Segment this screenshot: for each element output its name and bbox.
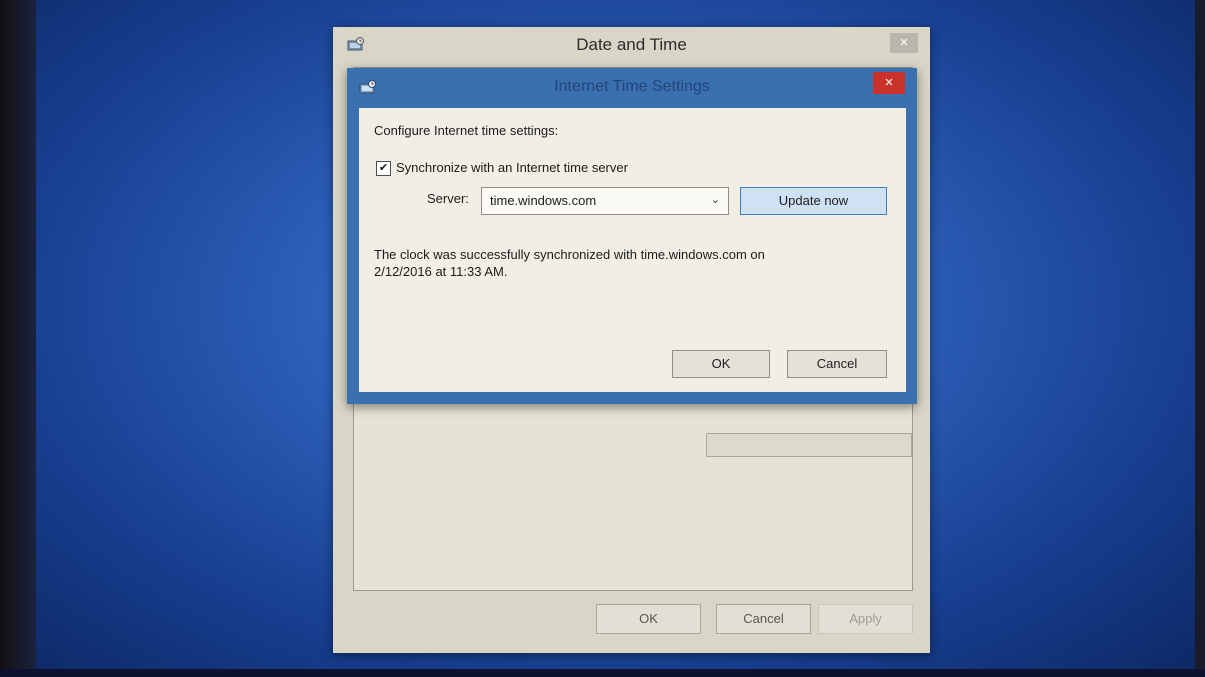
close-button[interactable]: × [873,72,905,94]
sync-checkbox[interactable]: ✔ [376,161,391,176]
sync-status-line-2: 2/12/2016 at 11:33 AM. [374,264,508,279]
cancel-button[interactable]: Cancel [716,604,811,634]
dialog-button-row: OK Cancel Apply [333,604,930,634]
internet-time-settings-titlebar[interactable]: Internet Time Settings × [347,68,917,106]
ok-button[interactable]: OK [672,350,770,378]
chevron-down-icon[interactable]: ⌄ [711,193,720,206]
monitor-bezel-bottom [0,669,1205,677]
sync-status-text: The clock was successfully synchronized … [374,246,874,280]
checkmark-icon: ✔ [378,162,389,174]
sync-status-line-1: The clock was successfully synchronized … [374,247,765,262]
server-value: time.windows.com [490,193,597,208]
close-button[interactable]: × [890,33,918,53]
cancel-button[interactable]: Cancel [787,350,887,378]
dialog-title: Internet Time Settings [554,78,710,95]
update-now-button[interactable]: Update now [740,187,887,215]
close-icon: × [899,34,909,51]
sync-checkbox-label[interactable]: Synchronize with an Internet time server [396,160,628,175]
ok-button[interactable]: OK [596,604,701,634]
monitor-bezel-right [1195,0,1205,677]
server-combobox[interactable]: time.windows.com ⌄ [481,187,729,215]
apply-button[interactable]: Apply [818,604,913,634]
date-and-time-titlebar[interactable]: Date and Time × [333,27,930,67]
configure-label: Configure Internet time settings: [374,123,559,138]
window-title: Date and Time [576,35,687,54]
change-settings-button[interactable] [706,433,912,457]
internet-time-settings-dialog: Internet Time Settings × Configure Inter… [347,68,917,404]
monitor-bezel-left [0,0,36,677]
dialog-content: Configure Internet time settings: ✔ Sync… [359,108,906,392]
close-icon: × [884,74,894,91]
server-label: Server: [427,191,469,206]
